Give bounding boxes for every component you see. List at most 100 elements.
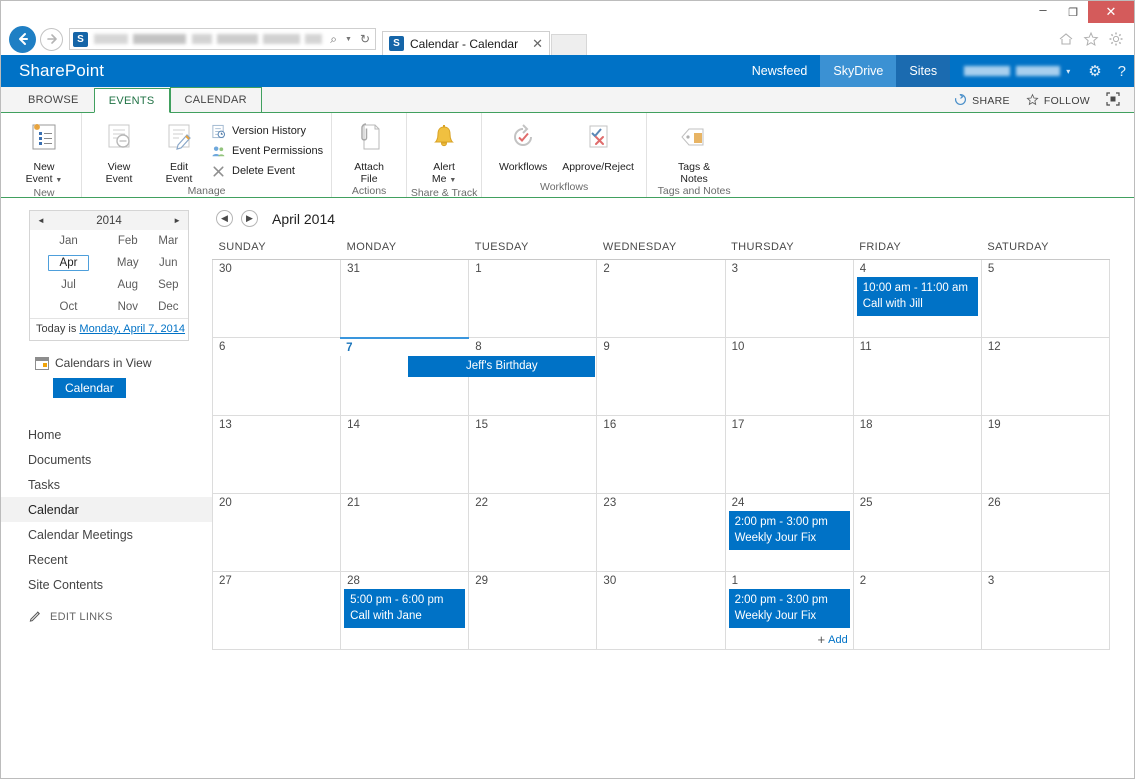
month-jul[interactable]: Jul (30, 274, 107, 296)
calendar-day-cell[interactable]: 27 (213, 572, 341, 650)
minimize-button[interactable]: – (1028, 1, 1058, 23)
suite-link-newsfeed[interactable]: Newsfeed (739, 55, 821, 87)
sidebar-item-tasks[interactable]: Tasks (1, 472, 212, 497)
back-button-icon[interactable] (9, 26, 36, 53)
calendar-day-cell[interactable]: 29 (469, 572, 597, 650)
calendar-day-cell[interactable]: 31 (341, 260, 469, 338)
version-history-button[interactable]: Version History (210, 123, 323, 139)
suite-link-skydrive[interactable]: SkyDrive (820, 55, 896, 87)
calendar-day-cell[interactable]: 30 (213, 260, 341, 338)
suite-link-sites[interactable]: Sites (896, 55, 950, 87)
calendar-day-cell[interactable]: 18 (853, 416, 981, 494)
tab-close-icon[interactable]: ✕ (532, 36, 543, 52)
edit-links-button[interactable]: EDIT LINKS (1, 609, 212, 625)
browser-tab-calendar[interactable]: S Calendar - Calendar ✕ (382, 31, 550, 55)
calendar-day-cell[interactable]: 2 (853, 572, 981, 650)
calendar-day-cell[interactable]: 11 (853, 338, 981, 416)
calendar-day-cell[interactable]: 17 (725, 416, 853, 494)
sidebar-item-recent[interactable]: Recent (1, 547, 212, 572)
month-jun[interactable]: Jun (149, 252, 188, 274)
sharepoint-brand[interactable]: SharePoint (19, 61, 104, 81)
tab-browse[interactable]: BROWSE (13, 87, 94, 112)
month-feb[interactable]: Feb (107, 230, 149, 252)
calendar-day-cell[interactable]: 14 (341, 416, 469, 494)
sidebar-item-home[interactable]: Home (1, 422, 212, 447)
calendar-day-cell[interactable]: 5 (981, 260, 1109, 338)
share-button[interactable]: SHARE (954, 93, 1010, 109)
settings-gear-icon[interactable] (1108, 31, 1124, 47)
calendar-day-cell[interactable]: 2 (597, 260, 725, 338)
user-menu[interactable]: ▾ (950, 55, 1080, 87)
calendar-chip[interactable]: Calendar (53, 378, 126, 398)
refresh-icon[interactable]: ↻ (358, 32, 372, 46)
next-month-button[interactable]: ▶ (241, 210, 258, 227)
sidebar-item-calendar[interactable]: Calendar (1, 497, 212, 522)
help-icon[interactable]: ? (1110, 55, 1134, 87)
all-day-event-banner[interactable]: Jeff's Birthday (408, 356, 595, 377)
calendar-day-cell[interactable]: 16 (597, 416, 725, 494)
settings-gear-icon[interactable]: ⚙ (1080, 55, 1109, 87)
new-tab-button[interactable] (551, 34, 587, 55)
month-dec[interactable]: Dec (149, 296, 188, 318)
attach-file-button[interactable]: Attach File (340, 119, 398, 185)
add-event-link[interactable]: +Add (818, 634, 848, 646)
home-icon[interactable] (1058, 31, 1074, 47)
calendar-day-cell[interactable]: 285:00 pm - 6:00 pmCall with Jane (341, 572, 469, 650)
edit-event-button[interactable]: Edit Event (150, 119, 208, 185)
calendar-day-cell[interactable]: 12 (981, 338, 1109, 416)
calendar-day-cell[interactable]: 3 (981, 572, 1109, 650)
calendar-day-cell[interactable]: 242:00 pm - 3:00 pmWeekly Jour Fix (725, 494, 853, 572)
month-may[interactable]: May (107, 252, 149, 274)
calendar-day-cell[interactable]: 9 (597, 338, 725, 416)
calendar-day-cell[interactable]: 22 (469, 494, 597, 572)
calendar-event[interactable]: 2:00 pm - 3:00 pmWeekly Jour Fix (729, 589, 850, 628)
favorites-star-icon[interactable] (1083, 31, 1099, 47)
calendar-day-cell[interactable]: 410:00 am - 11:00 amCall with Jill (853, 260, 981, 338)
month-mar[interactable]: Mar (149, 230, 188, 252)
address-bar[interactable]: S ⌕ ▼ ↻ (69, 28, 376, 50)
calendar-day-cell[interactable]: 21 (341, 494, 469, 572)
delete-event-button[interactable]: Delete Event (210, 163, 323, 179)
tab-events[interactable]: EVENTS (94, 88, 170, 113)
focus-on-content-button[interactable] (1106, 92, 1120, 109)
calendar-day-cell[interactable]: 1 (469, 260, 597, 338)
new-event-button[interactable]: New Event ▼ (15, 119, 73, 187)
month-apr[interactable]: Apr (30, 252, 107, 274)
search-icon[interactable]: ⌕ (328, 32, 339, 47)
forward-button-icon[interactable] (40, 28, 63, 51)
sidebar-item-site-contents[interactable]: Site Contents (1, 572, 212, 597)
month-oct[interactable]: Oct (30, 296, 107, 318)
calendar-day-cell[interactable]: 30 (597, 572, 725, 650)
calendar-day-cell[interactable]: 3 (725, 260, 853, 338)
calendar-day-cell[interactable]: 15 (469, 416, 597, 494)
calendar-event[interactable]: 5:00 pm - 6:00 pmCall with Jane (344, 589, 465, 628)
next-year-icon[interactable]: ► (173, 216, 181, 225)
sidebar-item-calendar-meetings[interactable]: Calendar Meetings (1, 522, 212, 547)
workflows-button[interactable]: Workflows (490, 119, 556, 173)
follow-button[interactable]: FOLLOW (1026, 93, 1090, 109)
calendar-day-cell[interactable]: 6 (213, 338, 341, 416)
calendar-day-cell[interactable]: 20 (213, 494, 341, 572)
maximize-button[interactable]: ❐ (1058, 1, 1088, 23)
calendar-day-cell[interactable]: 25 (853, 494, 981, 572)
view-event-button[interactable]: View Event (90, 119, 148, 185)
month-jan[interactable]: Jan (30, 230, 107, 252)
chevron-down-icon[interactable]: ▼ (343, 36, 354, 43)
close-button[interactable]: ✕ (1088, 1, 1134, 23)
calendar-day-cell[interactable]: 12:00 pm - 3:00 pmWeekly Jour Fix+Add (725, 572, 853, 650)
sidebar-item-documents[interactable]: Documents (1, 447, 212, 472)
month-sep[interactable]: Sep (149, 274, 188, 296)
calendar-day-cell[interactable]: 8Jeff's Birthday (469, 338, 597, 416)
calendar-day-cell[interactable]: 10 (725, 338, 853, 416)
calendar-event[interactable]: 2:00 pm - 3:00 pmWeekly Jour Fix (729, 511, 850, 550)
calendar-day-cell[interactable]: 19 (981, 416, 1109, 494)
chevron-down-icon[interactable]: ▾ (1066, 67, 1070, 76)
month-aug[interactable]: Aug (107, 274, 149, 296)
today-date-link[interactable]: Monday, April 7, 2014 (79, 323, 185, 335)
calendar-event[interactable]: 10:00 am - 11:00 amCall with Jill (857, 277, 978, 316)
calendar-day-cell[interactable]: 23 (597, 494, 725, 572)
prev-year-icon[interactable]: ◄ (37, 216, 45, 225)
approve-reject-button[interactable]: Approve/Reject (558, 119, 638, 173)
event-permissions-button[interactable]: Event Permissions (210, 143, 323, 159)
previous-month-button[interactable]: ◀ (216, 210, 233, 227)
